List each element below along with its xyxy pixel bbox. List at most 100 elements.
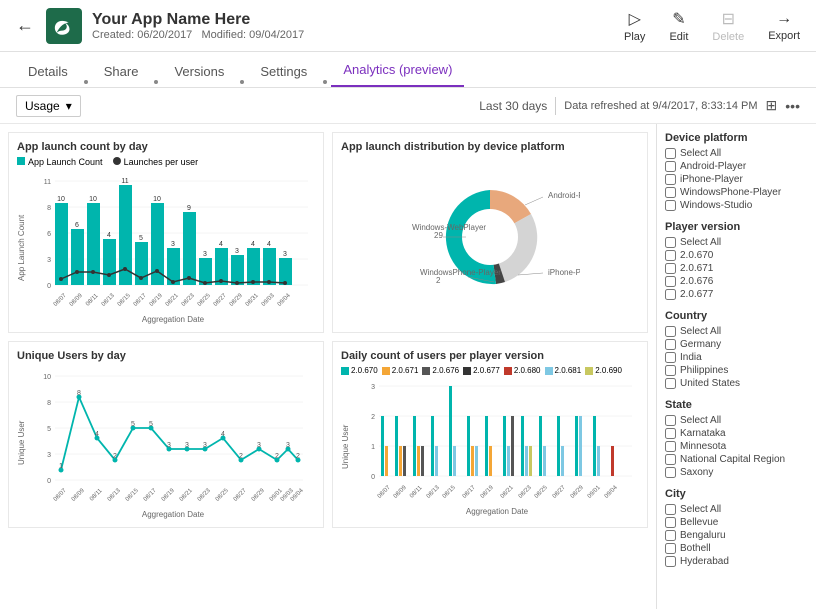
svg-text:3: 3 — [47, 257, 51, 264]
filter-checkbox-india[interactable] — [665, 352, 676, 363]
filter-country-title: Country — [665, 310, 808, 322]
svg-text:4: 4 — [267, 241, 271, 248]
export-icon: → — [776, 10, 792, 28]
svg-text:08/15: 08/15 — [442, 484, 457, 499]
filter-checkbox-ncr[interactable] — [665, 454, 676, 465]
svg-text:29: 29 — [434, 231, 443, 240]
nav-separator — [154, 80, 158, 84]
play-icon: ▷ — [629, 9, 641, 29]
filter-checkbox-2676[interactable] — [665, 276, 676, 287]
filter-checkbox-select-all-city[interactable] — [665, 504, 676, 515]
filter-item: Android-Player — [665, 161, 808, 172]
svg-text:iPhone-Player 23: iPhone-Player 23 — [548, 268, 580, 277]
filter-state: State Select All Karnataka Minnesota Nat… — [665, 399, 808, 478]
svg-text:08/21: 08/21 — [500, 484, 515, 499]
filter-checkbox-germany[interactable] — [665, 339, 676, 350]
legend-per-user: Launches per user — [113, 157, 199, 167]
filter-checkbox-2670[interactable] — [665, 250, 676, 261]
filter-checkbox-2677[interactable] — [665, 289, 676, 300]
svg-text:0: 0 — [47, 478, 51, 485]
filter-checkbox-saxony[interactable] — [665, 467, 676, 478]
usage-dropdown[interactable]: Usage ▾ — [16, 95, 81, 117]
svg-text:08/21: 08/21 — [179, 487, 194, 502]
filter-item: Bengaluru — [665, 530, 808, 541]
tab-versions[interactable]: Versions — [162, 56, 236, 87]
charts-area: App launch count by day App Launch Count… — [0, 124, 656, 609]
tab-share[interactable]: Share — [92, 56, 151, 87]
tab-details[interactable]: Details — [16, 56, 80, 87]
filter-checkbox-hyderabad[interactable] — [665, 556, 676, 567]
svg-text:2: 2 — [113, 453, 117, 460]
bar-chart-title: App launch count by day — [17, 141, 315, 153]
filter-checkbox-select-all-player[interactable] — [665, 237, 676, 248]
svg-text:08/25: 08/25 — [215, 487, 230, 502]
filter-checkbox-karnataka[interactable] — [665, 428, 676, 439]
filter-item: United States — [665, 378, 808, 389]
svg-text:2: 2 — [371, 414, 375, 421]
svg-text:08/21: 08/21 — [165, 292, 180, 307]
line-chart-card: Unique Users by day Unique User 10 8 5 — [8, 341, 324, 528]
back-button[interactable]: ← — [16, 15, 34, 36]
grid-icon[interactable]: ⊞ — [766, 97, 778, 114]
legend-671: 2.0.671 — [382, 366, 419, 375]
play-button[interactable]: ▷ Play — [624, 9, 645, 43]
edit-button[interactable]: ✎ Edit — [669, 9, 688, 43]
filter-checkbox-select-all-device[interactable] — [665, 148, 676, 159]
filter-checkbox-select-all-state[interactable] — [665, 415, 676, 426]
filter-item: 2.0.677 — [665, 289, 808, 300]
svg-text:08/11: 08/11 — [409, 485, 424, 500]
svg-text:11: 11 — [121, 178, 128, 185]
filter-checkbox-usa[interactable] — [665, 378, 676, 389]
svg-text:2: 2 — [436, 276, 441, 285]
svg-text:08/23: 08/23 — [518, 484, 533, 499]
filter-checkbox-bengaluru[interactable] — [665, 530, 676, 541]
svg-text:10: 10 — [89, 196, 97, 203]
svg-text:0: 0 — [47, 283, 51, 290]
filter-device-title: Device platform — [665, 132, 808, 144]
export-button[interactable]: → Export — [768, 10, 800, 42]
nav-separator — [323, 80, 327, 84]
filter-item: Windows-Studio — [665, 200, 808, 211]
svg-text:3: 3 — [171, 241, 175, 248]
svg-text:09/04: 09/04 — [277, 292, 292, 307]
svg-text:08/29: 08/29 — [570, 484, 585, 499]
filter-country: Country Select All Germany India Philipp… — [665, 310, 808, 389]
svg-text:5: 5 — [47, 426, 51, 433]
filter-checkbox-philippines[interactable] — [665, 365, 676, 376]
filter-item: Select All — [665, 237, 808, 248]
svg-text:Android-Player 31: Android-Player 31 — [548, 191, 580, 200]
legend-670: 2.0.670 — [341, 366, 378, 375]
grouped-bar-title: Daily count of users per player version — [341, 350, 639, 362]
donut-chart-card: App launch distribution by device platfo… — [332, 132, 648, 333]
filter-checkbox-android[interactable] — [665, 161, 676, 172]
tab-settings[interactable]: Settings — [248, 56, 319, 87]
filter-player-title: Player version — [665, 221, 808, 233]
svg-text:3: 3 — [235, 248, 239, 255]
svg-text:3: 3 — [47, 452, 51, 459]
filter-checkbox-minnesota[interactable] — [665, 441, 676, 452]
filter-checkbox-windowsphone[interactable] — [665, 187, 676, 198]
nav-separator — [240, 80, 244, 84]
svg-text:08/07: 08/07 — [53, 487, 68, 502]
svg-text:11: 11 — [44, 179, 51, 186]
delete-button[interactable]: ⊟ Delete — [712, 9, 744, 43]
tab-analytics[interactable]: Analytics (preview) — [331, 54, 464, 87]
svg-text:4: 4 — [251, 241, 255, 248]
y-axis-label: App Launch Count — [17, 171, 31, 324]
grouped-bar-svg: 3 2 1 0 — [355, 378, 639, 508]
filter-checkbox-bothell[interactable] — [665, 543, 676, 554]
svg-text:08/13: 08/13 — [107, 487, 122, 502]
filter-checkbox-windows-studio[interactable] — [665, 200, 676, 211]
filter-checkbox-iphone[interactable] — [665, 174, 676, 185]
filter-item: Select All — [665, 148, 808, 159]
filter-checkbox-2671[interactable] — [665, 263, 676, 274]
svg-text:6: 6 — [75, 222, 79, 229]
filter-checkbox-bellevue[interactable] — [665, 517, 676, 528]
filter-checkbox-select-all-country[interactable] — [665, 326, 676, 337]
bar-x-label: Aggregation Date — [31, 315, 315, 324]
svg-text:10: 10 — [57, 196, 65, 203]
more-icon[interactable]: ••• — [785, 98, 800, 114]
svg-text:09/04: 09/04 — [604, 484, 619, 499]
grouped-y-label: Unique User — [341, 378, 355, 516]
svg-text:4: 4 — [219, 241, 223, 248]
